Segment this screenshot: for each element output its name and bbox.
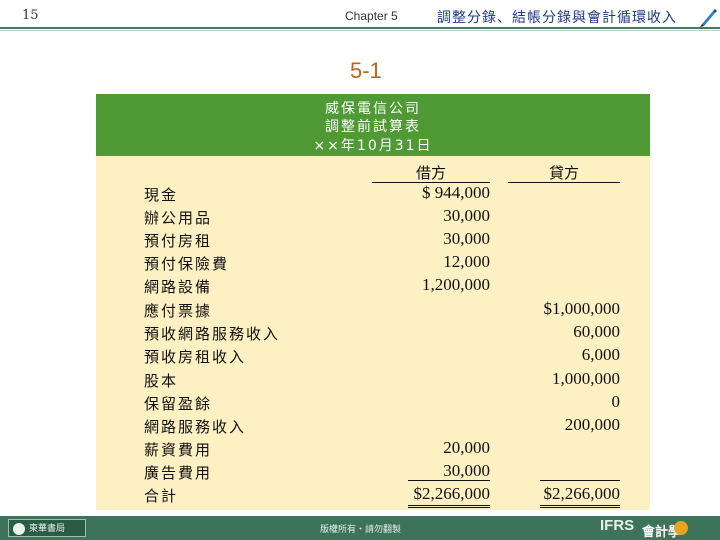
debit-amount: 1,200,000 [422, 275, 490, 294]
publisher-logo-icon [13, 523, 25, 535]
debit-column-header: 借方 [415, 164, 446, 182]
subtotal-rule-debit [408, 480, 490, 481]
debit-amount: 20,000 [443, 438, 490, 457]
trial-balance-panel: 威保電信公司 調整前試算表 ××年10月31日 借方 貸方 現金 $ 944,0… [96, 94, 650, 510]
credit-amount: 1,000,000 [552, 369, 620, 388]
account-name: 預收房租收入 [144, 348, 247, 366]
debit-amount: 30,000 [443, 206, 490, 225]
header-divider [0, 27, 720, 29]
ifrs-brand: IFRS [600, 517, 635, 534]
credit-column-header: 貸方 [548, 164, 579, 182]
chapter-label: Chapter 5 [345, 9, 398, 23]
account-name: 辦公用品 [144, 209, 213, 227]
total-label: 合計 [144, 487, 179, 505]
publisher-logo: 東華書局 [8, 519, 86, 537]
debit-amount: 30,000 [443, 229, 490, 248]
account-name: 預付房租 [144, 232, 213, 250]
page-number: 15 [22, 8, 39, 23]
account-name: 現金 [144, 186, 179, 204]
publisher-name: 東華書局 [29, 524, 66, 534]
credit-total: $2,266,000 [543, 484, 621, 503]
pen-icon [700, 9, 717, 27]
slide-header-title: 調整分錄、結帳分錄與會計循環收入 [437, 10, 677, 26]
total-double-rule-debit [408, 505, 490, 506]
section-label: 5-1 [350, 58, 382, 83]
account-name: 網路服務收入 [144, 418, 247, 436]
header-divider-thin [0, 30, 720, 31]
account-name: 預付保險費 [144, 255, 230, 273]
credit-amount: 200,000 [564, 415, 620, 434]
debit-amount: 30,000 [443, 461, 490, 480]
statement-heading: 威保電信公司 調整前試算表 ××年10月31日 [96, 94, 650, 156]
credit-header-rule [508, 182, 620, 183]
account-name: 應付票據 [144, 302, 213, 320]
debit-amount: 12,000 [443, 252, 490, 271]
company-name: 威保電信公司 [325, 101, 421, 117]
debit-amount: $ 944,000 [422, 183, 490, 202]
total-double-rule-debit-2 [408, 507, 490, 508]
brand-badge-icon [674, 521, 688, 535]
credit-amount: 0 [611, 392, 621, 411]
account-name: 網路設備 [144, 278, 213, 296]
credit-amount: 6,000 [581, 345, 620, 364]
total-double-rule-credit-2 [540, 507, 620, 508]
copyright-notice: 版權所有・請勿翻製 [320, 525, 402, 535]
credit-amount: $1,000,000 [543, 299, 621, 318]
account-name: 薪資費用 [144, 441, 213, 459]
statement-date: ××年10月31日 [313, 138, 433, 154]
account-name: 保留盈餘 [144, 395, 213, 413]
credit-amount: 60,000 [573, 322, 620, 341]
account-name: 預收網路服務收入 [144, 325, 281, 343]
account-name: 廣告費用 [144, 464, 213, 482]
statement-name: 調整前試算表 [325, 119, 421, 135]
total-double-rule-credit [540, 505, 620, 506]
subtotal-rule-credit [540, 480, 620, 481]
account-name: 股本 [144, 372, 179, 390]
debit-total: $2,266,000 [413, 484, 491, 503]
